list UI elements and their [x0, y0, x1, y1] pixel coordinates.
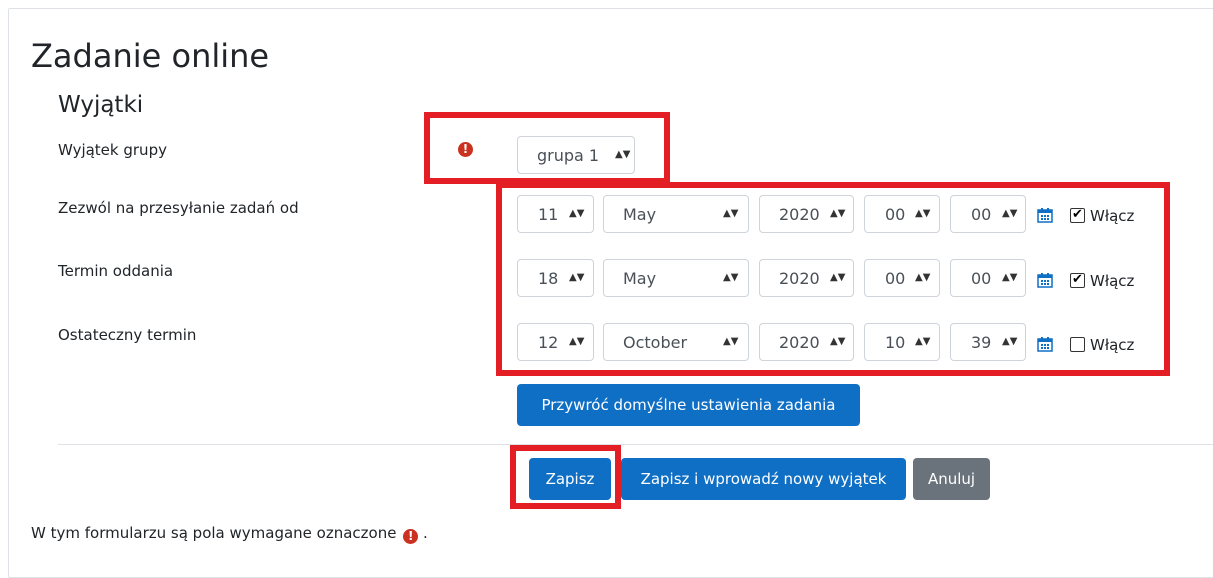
section-title: Wyjątki — [58, 92, 144, 118]
due-date-day-select[interactable]: 18 ▲▼ — [517, 259, 594, 297]
sort-arrows-icon: ▲▼ — [1002, 272, 1018, 283]
due-date-month-select[interactable]: May ▲▼ — [603, 259, 749, 297]
allow-from-hour-select[interactable]: 00 ▲▼ — [864, 195, 940, 233]
minute-value: 00 — [971, 269, 992, 288]
allow-from-year-select[interactable]: 2020 ▲▼ — [759, 195, 854, 233]
sort-arrows-icon: ▲▼ — [723, 336, 739, 347]
save-button[interactable]: Zapisz — [529, 458, 611, 500]
hour-value: 00 — [885, 205, 906, 224]
due-date-enable-label: Włącz — [1090, 272, 1135, 290]
cancel-button[interactable]: Anuluj — [913, 458, 990, 500]
sort-arrows-icon: ▲▼ — [830, 272, 846, 283]
required-note-period: . — [423, 524, 428, 542]
cutoff-date-day-select[interactable]: 12 ▲▼ — [517, 323, 594, 361]
cutoff-date-label: Ostateczny termin — [58, 326, 197, 344]
checkmark-icon: ✔ — [1072, 207, 1083, 222]
required-note-text: W tym formularzu są pola wymagane oznacz… — [31, 524, 397, 542]
due-date-year-select[interactable]: 2020 ▲▼ — [759, 259, 854, 297]
allow-from-minute-select[interactable]: 00 ▲▼ — [950, 195, 1026, 233]
due-date-hour-select[interactable]: 00 ▲▼ — [864, 259, 940, 297]
allow-from-day-select[interactable]: 11 ▲▼ — [517, 195, 594, 233]
sort-arrows-icon: ▲▼ — [830, 208, 846, 219]
allow-from-enable-label: Włącz — [1090, 207, 1135, 225]
sort-arrows-icon: ▲▼ — [723, 272, 739, 283]
hour-value: 00 — [885, 269, 906, 288]
required-icon: ! — [458, 142, 473, 157]
sort-arrows-icon: ▲▼ — [569, 208, 585, 219]
month-value: October — [623, 333, 688, 352]
cutoff-date-enable-label: Włącz — [1090, 336, 1135, 354]
hour-value: 10 — [885, 333, 906, 352]
checkmark-icon: ✔ — [1072, 272, 1083, 287]
year-value: 2020 — [779, 205, 820, 224]
minute-value: 00 — [971, 205, 992, 224]
month-value: May — [623, 205, 657, 224]
sort-arrows-icon: ▲▼ — [569, 272, 585, 283]
allow-from-label: Zezwól na przesyłanie zadań od — [58, 199, 299, 217]
year-value: 2020 — [779, 269, 820, 288]
required-fields-note: W tym formularzu są pola wymagane oznacz… — [31, 523, 428, 544]
cutoff-date-month-select[interactable]: October ▲▼ — [603, 323, 749, 361]
due-date-enable-checkbox[interactable]: ✔ — [1070, 273, 1085, 288]
calendar-icon[interactable] — [1037, 336, 1053, 352]
calendar-icon[interactable] — [1037, 272, 1053, 288]
sort-arrows-icon: ▲▼ — [915, 272, 931, 283]
allow-from-enable-checkbox[interactable]: ✔ — [1070, 208, 1085, 223]
cutoff-date-year-select[interactable]: 2020 ▲▼ — [759, 323, 854, 361]
due-date-minute-select[interactable]: 00 ▲▼ — [950, 259, 1026, 297]
sort-arrows-icon: ▲▼ — [723, 208, 739, 219]
group-select-value: grupa 1 — [537, 146, 600, 165]
divider — [58, 444, 1213, 445]
year-value: 2020 — [779, 333, 820, 352]
sort-arrows-icon: ▲▼ — [915, 208, 931, 219]
sort-arrows-icon: ▲▼ — [615, 149, 631, 160]
due-date-label: Termin oddania — [58, 262, 174, 280]
cutoff-date-enable-checkbox[interactable] — [1070, 337, 1085, 352]
minute-value: 39 — [971, 333, 992, 352]
calendar-icon[interactable] — [1037, 207, 1053, 223]
cutoff-date-hour-select[interactable]: 10 ▲▼ — [864, 323, 940, 361]
sort-arrows-icon: ▲▼ — [569, 336, 585, 347]
sort-arrows-icon: ▲▼ — [915, 336, 931, 347]
month-value: May — [623, 269, 657, 288]
day-value: 12 — [538, 333, 559, 352]
save-and-new-exception-button[interactable]: Zapisz i wprowadź nowy wyjątek — [621, 458, 906, 500]
sort-arrows-icon: ▲▼ — [1002, 336, 1018, 347]
sort-arrows-icon: ▲▼ — [830, 336, 846, 347]
day-value: 18 — [538, 269, 559, 288]
cutoff-date-minute-select[interactable]: 39 ▲▼ — [950, 323, 1026, 361]
group-label: Wyjątek grupy — [58, 141, 167, 159]
day-value: 11 — [538, 205, 559, 224]
required-icon: ! — [403, 529, 419, 544]
page-title: Zadanie online — [31, 37, 270, 75]
allow-from-month-select[interactable]: May ▲▼ — [603, 195, 749, 233]
reset-defaults-button[interactable]: Przywróć domyślne ustawienia zadania — [517, 384, 860, 426]
group-select[interactable]: grupa 1 ▲▼ — [517, 136, 635, 174]
sort-arrows-icon: ▲▼ — [1002, 208, 1018, 219]
